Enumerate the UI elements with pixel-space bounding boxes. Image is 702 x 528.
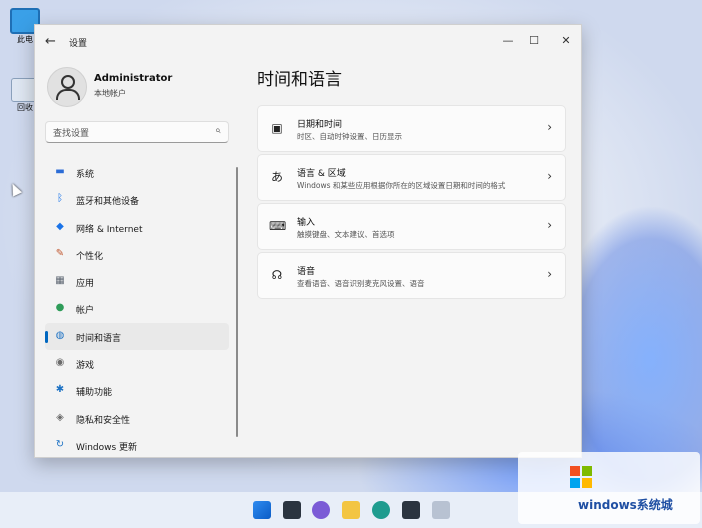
settings-card[interactable]: あ 语言 & 区域 Windows 和某些应用根据你所在的区域设置日期和时间的格式 ›: [257, 154, 566, 201]
settings-card[interactable]: ⌨ 输入触摸键盘、文本建议、首选项 ›: [257, 203, 566, 250]
settings-window: ← 设置 — ☐ ✕ Administrator 本地帐户 查找设置 ⌕ ▬ 系统…: [34, 24, 582, 458]
sidebar-nav: ▬ 系统 ᛒ 蓝牙和其他设备 ◆ 网络 & Internet ✎ 个性化 ▦ 应用 ● 帐户 ◍ 时间和语…: [45, 159, 229, 459]
user-profile[interactable]: Administrator 本地帐户: [47, 67, 247, 113]
sidebar-item[interactable]: ▦ 应用: [45, 268, 229, 295]
sidebar-item[interactable]: ● 帐户: [45, 295, 229, 322]
person-icon: ●: [55, 302, 65, 314]
maximize-button[interactable]: ☐: [522, 31, 546, 51]
sidebar-item[interactable]: ◍ 时间和语言: [45, 322, 229, 351]
sidebar-item[interactable]: ᛒ 蓝牙和其他设备: [45, 186, 229, 213]
edge-icon[interactable]: [372, 501, 390, 519]
sidebar-item[interactable]: ◈ 隐私和安全性: [45, 405, 229, 432]
search-icon: ⌕: [215, 125, 221, 136]
bluetooth-icon: ᛒ: [57, 193, 63, 205]
brush-icon: ✎: [55, 247, 65, 259]
folder-icon[interactable]: [342, 501, 360, 519]
sidebar-item[interactable]: ◆ 网络 & Internet: [45, 214, 229, 241]
language-icon: あ: [270, 170, 283, 184]
search-taskbar-icon[interactable]: [283, 501, 301, 519]
card-title: 语言 & 区域: [297, 169, 346, 179]
settings-card[interactable]: ☊ 语音查看语音、语音识别麦克风设置、语音 ›: [257, 252, 566, 299]
sidebar-item[interactable]: ◉ 游戏: [45, 350, 229, 377]
card-title: 日期和时间: [297, 120, 343, 130]
card-subtitle: 查看语音、语音识别麦克风设置、语音: [297, 279, 425, 288]
sidebar-item-label: 蓝牙和其他设备: [76, 197, 140, 208]
search-placeholder: 查找设置: [53, 129, 90, 139]
wifi-icon: ◆: [56, 220, 64, 232]
active-indicator: [45, 330, 48, 343]
search-input[interactable]: 查找设置 ⌕: [45, 121, 229, 143]
sidebar-item-label: 隐私和安全性: [76, 415, 131, 426]
sidebar-item-label: 网络 & Internet: [76, 224, 143, 235]
app-icon[interactable]: [432, 501, 450, 519]
store-icon[interactable]: [402, 501, 420, 519]
card-subtitle: 时区、自动时钟设置、日历显示: [297, 132, 402, 141]
calendar-clock-icon: ▣: [271, 121, 283, 135]
sidebar-item-label: 游戏: [76, 361, 95, 372]
card-title: 输入: [297, 218, 316, 228]
update-icon: ↻: [55, 438, 65, 450]
chevron-right-icon: ›: [547, 169, 552, 183]
close-button[interactable]: ✕: [554, 31, 578, 51]
sidebar-item-label: 系统: [76, 170, 95, 180]
accessibility-icon: ✱: [55, 384, 65, 396]
sidebar-scrollbar[interactable]: [236, 167, 238, 437]
user-name: Administrator: [94, 73, 173, 84]
shield-icon: ◈: [56, 411, 64, 423]
windows-logo-icon: [570, 466, 592, 488]
sidebar-item[interactable]: ↻ Windows 更新: [45, 432, 229, 459]
watermark-text: windows系统城: [578, 498, 673, 512]
chevron-right-icon: ›: [547, 120, 552, 134]
title-bar[interactable]: ← 设置 — ☐ ✕: [35, 25, 581, 57]
sidebar-item-label: 帐户: [76, 306, 95, 317]
card-subtitle: Windows 和某些应用根据你所在的区域设置日期和时间的格式: [297, 181, 506, 190]
card-subtitle: 触摸键盘、文本建议、首选项: [297, 230, 395, 239]
keyboard-icon: ⌨: [269, 219, 287, 233]
globe-clock-icon: ◍: [55, 329, 65, 341]
minimize-button[interactable]: —: [496, 31, 520, 51]
chat-icon[interactable]: [312, 501, 330, 519]
chevron-right-icon: ›: [547, 218, 552, 232]
window-title: 设置: [69, 39, 88, 49]
watermark: windows系统城: [518, 452, 700, 524]
speech-icon: ☊: [271, 268, 283, 282]
sidebar-item-label: 个性化: [76, 251, 104, 262]
apps-icon: ▦: [55, 275, 65, 287]
sidebar-item-label: 辅助功能: [76, 388, 113, 399]
sidebar-item[interactable]: ✱ 辅助功能: [45, 377, 229, 404]
avatar: [47, 67, 87, 107]
sidebar-item[interactable]: ✎ 个性化: [45, 241, 229, 268]
back-arrow-icon[interactable]: ←: [45, 34, 56, 49]
sidebar-item-label: 时间和语言: [76, 333, 122, 344]
start-icon[interactable]: [253, 501, 271, 519]
sidebar-item[interactable]: ▬ 系统: [45, 159, 229, 186]
monitor-icon: ▬: [55, 166, 65, 177]
settings-card[interactable]: ▣ 日期和时间时区、自动时钟设置、日历显示 ›: [257, 105, 566, 152]
gamepad-icon: ◉: [55, 357, 65, 369]
account-type: 本地帐户: [94, 89, 126, 98]
chevron-right-icon: ›: [547, 267, 552, 281]
sidebar-item-label: 应用: [76, 279, 95, 290]
page-title: 时间和语言: [257, 70, 342, 90]
sidebar-item-label: Windows 更新: [76, 442, 138, 453]
card-title: 语音: [297, 267, 316, 277]
